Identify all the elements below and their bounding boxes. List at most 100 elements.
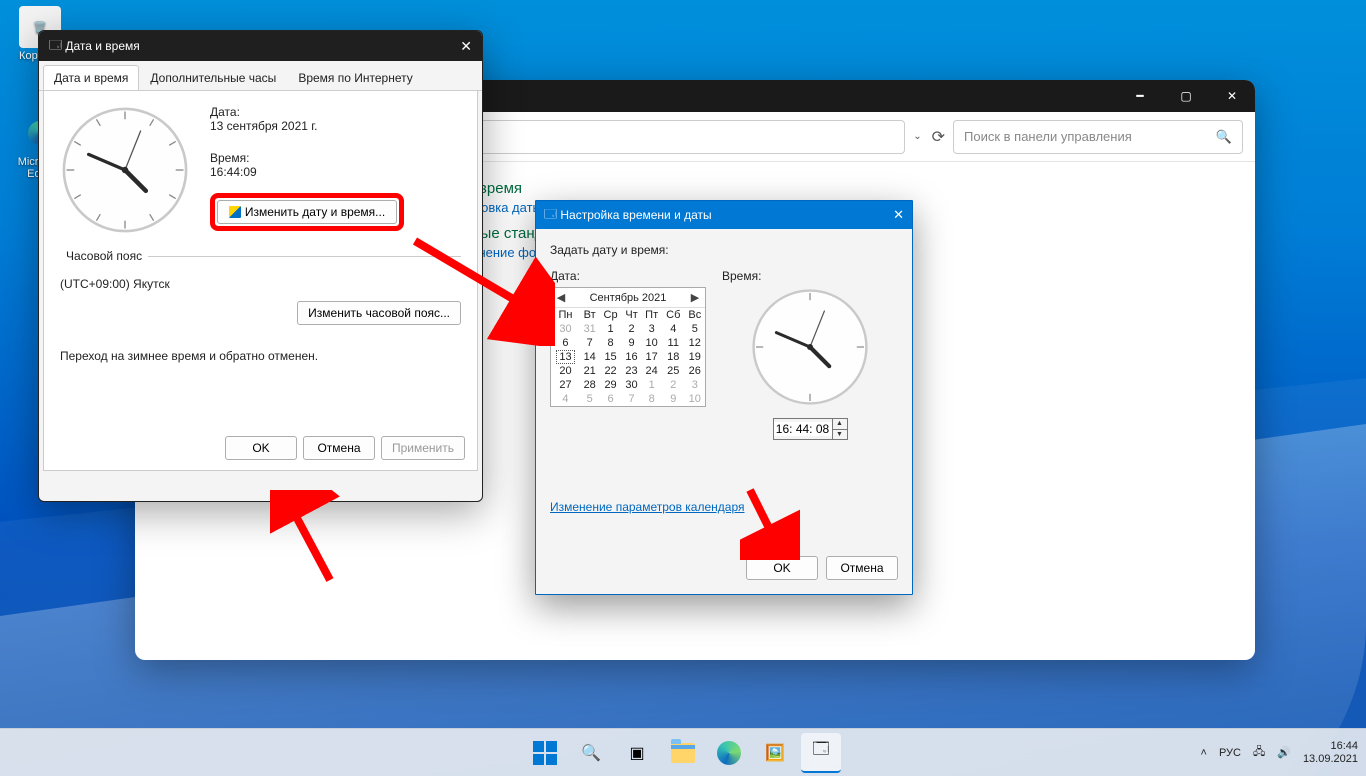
calendar-day[interactable]: 11 xyxy=(662,336,685,350)
calendar-day[interactable]: 8 xyxy=(599,336,621,350)
calendar-day[interactable]: 5 xyxy=(580,392,599,406)
cancel-button[interactable]: Отмена xyxy=(826,556,898,580)
dialog-heading: Задать дату и время: xyxy=(550,243,898,257)
set-time-dialog: 🗔 Настройка времени и даты ✕ Задать дату… xyxy=(535,200,913,595)
search-icon: 🔍 xyxy=(1216,129,1232,145)
close-button[interactable]: ✕ xyxy=(1209,80,1255,112)
close-button[interactable]: ✕ xyxy=(893,207,904,223)
cancel-button[interactable]: Отмена xyxy=(303,436,375,460)
shield-icon xyxy=(229,206,241,218)
tray-date: 13.09.2021 xyxy=(1303,753,1358,766)
calendar-day[interactable]: 18 xyxy=(662,350,685,364)
calendar-day[interactable]: 23 xyxy=(622,364,642,378)
taskbar-edge[interactable] xyxy=(709,733,749,773)
cal-prev-button[interactable]: ◀ xyxy=(555,291,567,304)
calendar-day[interactable]: 9 xyxy=(662,392,685,406)
cal-next-button[interactable]: ▶ xyxy=(689,291,701,304)
chevron-down-icon[interactable]: ⌄ xyxy=(913,131,921,142)
calendar-day[interactable]: 10 xyxy=(641,336,662,350)
time-label: Время: xyxy=(722,269,898,283)
calendar-day[interactable]: 14 xyxy=(580,350,599,364)
taskbar-control-panel[interactable]: 🗔 xyxy=(801,733,841,773)
calendar-day[interactable]: 10 xyxy=(685,392,705,406)
highlight-annotation: Изменить дату и время... xyxy=(210,193,404,231)
tray-language[interactable]: РУС xyxy=(1219,747,1241,759)
calendar-day[interactable]: 1 xyxy=(599,322,621,336)
analog-clock xyxy=(722,287,898,410)
calendar-day[interactable]: 25 xyxy=(662,364,685,378)
date-label: Дата: xyxy=(550,269,706,283)
search-input[interactable]: Поиск в панели управления 🔍 xyxy=(953,120,1243,154)
change-timezone-button[interactable]: Изменить часовой пояс... xyxy=(297,301,461,325)
calendar-day[interactable]: 22 xyxy=(599,364,621,378)
calendar-day[interactable]: 29 xyxy=(599,378,621,392)
tray-volume-icon[interactable]: 🔊 xyxy=(1277,746,1291,759)
calendar-day[interactable]: 2 xyxy=(662,378,685,392)
calendar-day[interactable]: 15 xyxy=(599,350,621,364)
window-icon: 🗔 xyxy=(49,36,62,57)
calendar-day[interactable]: 28 xyxy=(580,378,599,392)
apply-button[interactable]: Применить xyxy=(381,436,465,460)
calendar-day[interactable]: 4 xyxy=(551,392,580,406)
calendar-day[interactable]: 9 xyxy=(622,336,642,350)
calendar-day[interactable]: 5 xyxy=(685,322,705,336)
cal-month-label: Сентябрь 2021 xyxy=(590,292,667,304)
time-value: 16:44:09 xyxy=(210,165,404,179)
calendar-day[interactable]: 19 xyxy=(685,350,705,364)
calendar-day[interactable]: 12 xyxy=(685,336,705,350)
time-input[interactable]: ▲▼ xyxy=(773,418,848,440)
calendar-day[interactable]: 1 xyxy=(641,378,662,392)
taskbar-search-button[interactable]: 🔍 xyxy=(571,733,611,773)
window-title: Настройка времени и даты xyxy=(560,208,711,222)
date-label: Дата: xyxy=(210,105,404,119)
calendar-day[interactable]: 7 xyxy=(622,392,642,406)
time-spinner[interactable]: ▲▼ xyxy=(832,419,847,440)
timezone-legend: Часовой пояс xyxy=(60,249,148,263)
ok-button[interactable]: OK xyxy=(225,436,297,460)
start-button[interactable] xyxy=(525,733,565,773)
calendar-day[interactable]: 6 xyxy=(551,336,580,350)
time-field[interactable] xyxy=(774,422,832,436)
calendar-day[interactable]: 21 xyxy=(580,364,599,378)
calendar-day[interactable]: 24 xyxy=(641,364,662,378)
tab-date-time[interactable]: Дата и время xyxy=(43,65,139,90)
calendar-day[interactable]: 31 xyxy=(580,322,599,336)
close-button[interactable]: ✕ xyxy=(460,38,472,55)
window-title: Дата и время xyxy=(65,39,139,53)
calendar-day[interactable]: 8 xyxy=(641,392,662,406)
calendar-day[interactable]: 20 xyxy=(551,364,580,378)
search-placeholder: Поиск в панели управления xyxy=(964,129,1132,144)
calendar-day[interactable]: 26 xyxy=(685,364,705,378)
tab-additional-clocks[interactable]: Дополнительные часы xyxy=(139,65,287,90)
tray-network-icon[interactable]: 🖧 xyxy=(1253,743,1265,762)
refresh-icon[interactable]: ⟳ xyxy=(932,127,945,147)
tab-internet-time[interactable]: Время по Интернету xyxy=(287,65,423,90)
taskbar-explorer[interactable] xyxy=(663,733,703,773)
task-view-button[interactable]: ▣ xyxy=(617,733,657,773)
calendar-settings-link[interactable]: Изменение параметров календаря xyxy=(550,500,745,514)
calendar-day[interactable]: 6 xyxy=(599,392,621,406)
change-date-time-button[interactable]: Изменить дату и время... xyxy=(217,200,397,224)
calendar-day[interactable]: 3 xyxy=(685,378,705,392)
calendar-day[interactable]: 7 xyxy=(580,336,599,350)
calendar-day[interactable]: 27 xyxy=(551,378,580,392)
tabstrip: Дата и время Дополнительные часы Время п… xyxy=(39,61,482,91)
maximize-button[interactable]: ▢ xyxy=(1163,80,1209,112)
analog-clock xyxy=(60,105,190,235)
tray-clock[interactable]: 16:44 13.09.2021 xyxy=(1303,740,1358,766)
calendar-day[interactable]: 17 xyxy=(641,350,662,364)
calendar-day[interactable]: 2 xyxy=(622,322,642,336)
minimize-button[interactable]: ━ xyxy=(1117,80,1163,112)
calendar-day[interactable]: 13 xyxy=(551,350,580,364)
taskbar-app[interactable]: 🖼️ xyxy=(755,733,795,773)
calendar-day[interactable]: 30 xyxy=(551,322,580,336)
date-time-dialog: 🗔 Дата и время ✕ Дата и время Дополнител… xyxy=(38,30,483,502)
calendar-day[interactable]: 30 xyxy=(622,378,642,392)
tray-chevron-icon[interactable]: ˄ xyxy=(1201,747,1207,759)
system-tray[interactable]: ˄ РУС 🖧 🔊 16:44 13.09.2021 xyxy=(1201,740,1359,766)
calendar-day[interactable]: 4 xyxy=(662,322,685,336)
calendar-day[interactable]: 16 xyxy=(622,350,642,364)
calendar[interactable]: ◀ Сентябрь 2021 ▶ ПнВтСрЧтПтСбВс30311234… xyxy=(550,287,706,407)
ok-button[interactable]: OK xyxy=(746,556,818,580)
calendar-day[interactable]: 3 xyxy=(641,322,662,336)
